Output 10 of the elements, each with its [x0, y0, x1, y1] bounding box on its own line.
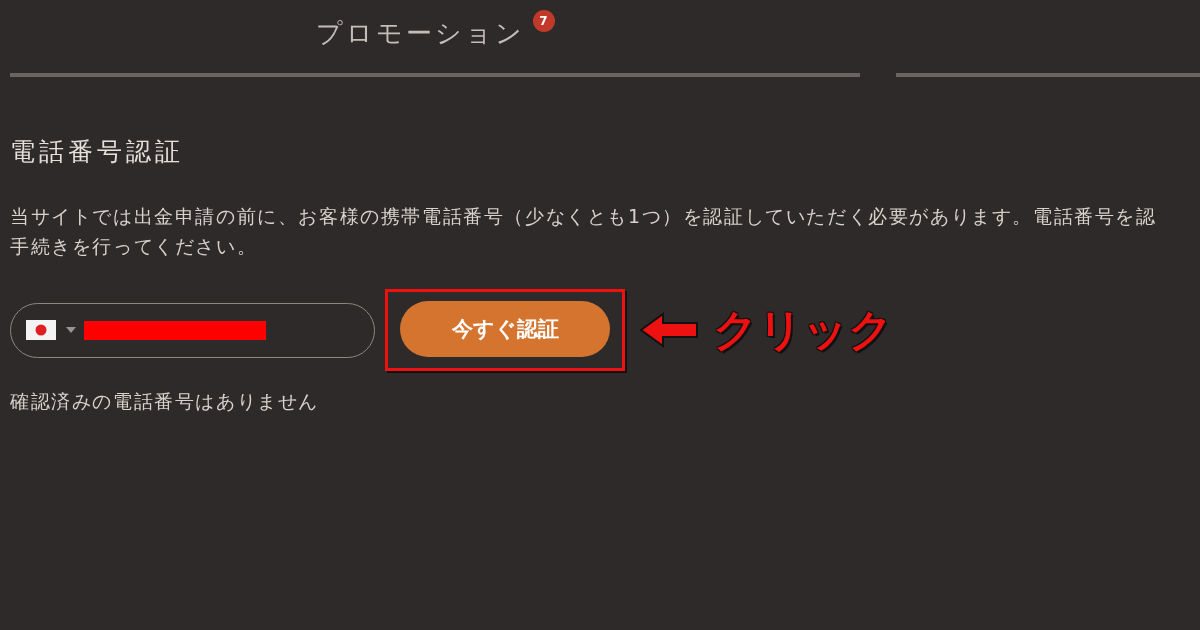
status-note: 確認済みの電話番号はありません — [10, 389, 320, 414]
tab[interactable]: プロモーション 7 — [10, 0, 860, 77]
japan-flag-icon — [26, 320, 56, 340]
click-label: クリック — [713, 302, 893, 357]
description-text: 手続きを行ってください。 — [10, 234, 259, 259]
caret-icon[interactable] — [66, 327, 76, 333]
arrow-icon — [639, 310, 699, 350]
description-text: 当サイトでは出金申請の前に、お客様の携帯電話番号（少なくとも1つ）を認証していただく必要があります。電話番号を認 — [10, 204, 1158, 229]
section-title: 電話番号認証 — [10, 136, 185, 168]
count-badge: 7 — [532, 10, 555, 32]
